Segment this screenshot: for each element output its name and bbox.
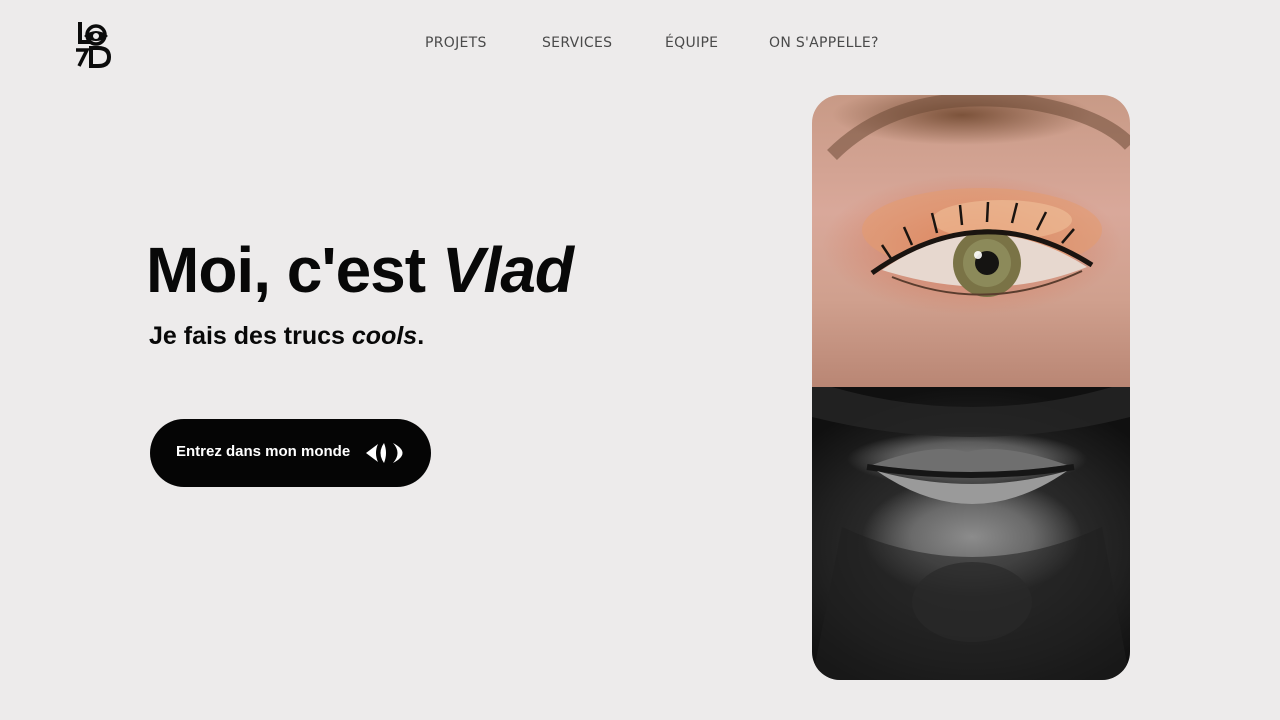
enter-world-button-label: Entrez dans mon monde: [176, 443, 351, 460]
eye-arrows-icon: [366, 443, 403, 463]
eye-closeup-photo: [812, 95, 1130, 387]
hero-subtitle-suffix: .: [417, 322, 425, 350]
hero-subtitle: Je fais des trucs cools.: [149, 320, 424, 352]
main-navigation: PROJETS SERVICES ÉQUIPE ON S'APPELLE?: [0, 35, 1280, 55]
nav-link-projets[interactable]: PROJETS: [425, 35, 487, 51]
hero-subtitle-emphasis: cools: [351, 322, 418, 350]
nav-link-equipe[interactable]: ÉQUIPE: [665, 35, 718, 51]
hero-title-prefix: Moi, c'est: [146, 234, 442, 306]
photo-card: [812, 95, 1130, 680]
beard-closeup-photo: [812, 387, 1130, 680]
hero-title-name: Vlad: [441, 234, 574, 306]
nav-link-services[interactable]: SERVICES: [542, 35, 612, 51]
hero-subtitle-prefix: Je fais des trucs: [149, 322, 352, 350]
nav-link-contact[interactable]: ON S'APPELLE?: [769, 35, 879, 51]
hero-title: Moi, c'est Vlad: [146, 232, 574, 308]
